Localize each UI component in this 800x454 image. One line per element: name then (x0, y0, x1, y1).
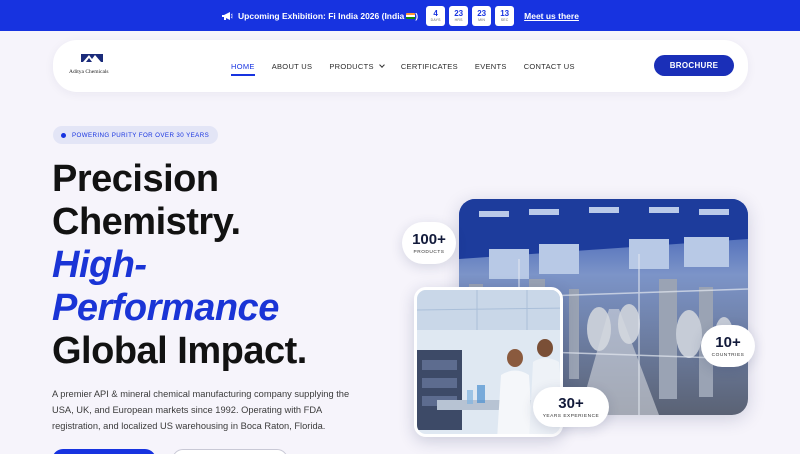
countdown-minutes: 23 MIN (472, 5, 492, 26)
logo-text: Aditya Chemicals (69, 69, 109, 75)
nav-products[interactable]: PRODUCTS (329, 61, 385, 71)
megaphone-icon (222, 11, 233, 20)
countdown-seconds: 13 SEC (495, 5, 515, 26)
hero-badge-text: POWERING PURITY FOR OVER 30 YEARS (72, 131, 210, 139)
hero-description: A premier API & mineral chemical manufac… (52, 389, 350, 431)
hero-badge: POWERING PURITY FOR OVER 30 YEARS (53, 126, 219, 144)
announcement-bar: Upcoming Exhibition: Fi India 2026 (Indi… (0, 0, 800, 31)
stat-years-label: YEARS EXPERIENCE (542, 413, 600, 419)
nav-certificates[interactable]: CERTIFICATES (401, 62, 458, 71)
primary-cta-button[interactable] (52, 449, 156, 454)
countdown-hours: 23 HRS (449, 5, 469, 26)
stat-products: 100+ PRODUCTS (402, 222, 456, 264)
logo[interactable]: Aditya Chemicals (69, 53, 129, 79)
headline-line-5: Global Impact. (52, 330, 307, 372)
main-navbar: Aditya Chemicals HOME ABOUT US PRODUCTS … (53, 40, 748, 92)
headline-line-2: Chemistry. (52, 201, 241, 243)
india-flag-icon (406, 13, 416, 20)
stat-years: 30+ YEARS EXPERIENCE (533, 387, 609, 427)
stat-countries-label: COUNTRIES (711, 352, 745, 358)
nav-products-label: PRODUCTS (329, 61, 374, 71)
countdown-days: 4 DAYS (426, 5, 446, 26)
headline-line-1: Precision (52, 158, 219, 200)
nav-home[interactable]: HOME (231, 62, 255, 76)
chevron-down-icon (378, 61, 385, 68)
badge-dot-icon (61, 132, 66, 138)
meet-us-link[interactable]: Meet us there (524, 11, 579, 21)
headline-line-3: High- (52, 244, 147, 286)
stat-products-label: PRODUCTS (413, 249, 445, 255)
stat-countries-value: 10+ (715, 333, 741, 351)
stat-products-value: 100+ (412, 230, 446, 248)
headline-line-4: Performance (52, 287, 279, 329)
nav-contact[interactable]: CONTACT US (524, 62, 575, 71)
hero-headline: Precision Chemistry. High- Performance G… (52, 158, 307, 373)
nav-events[interactable]: EVENTS (475, 62, 507, 71)
brochure-button[interactable]: BROCHURE (654, 55, 734, 76)
nav-links: HOME ABOUT US PRODUCTS CERTIFICATES EVEN… (231, 40, 592, 92)
logo-icon (81, 54, 103, 62)
secondary-cta-button[interactable] (172, 449, 288, 454)
announcement-text: Upcoming Exhibition: Fi India 2026 (Indi… (238, 10, 419, 21)
stat-years-value: 30+ (558, 394, 584, 412)
stat-countries: 10+ COUNTRIES (701, 325, 755, 367)
nav-about[interactable]: ABOUT US (272, 62, 313, 71)
